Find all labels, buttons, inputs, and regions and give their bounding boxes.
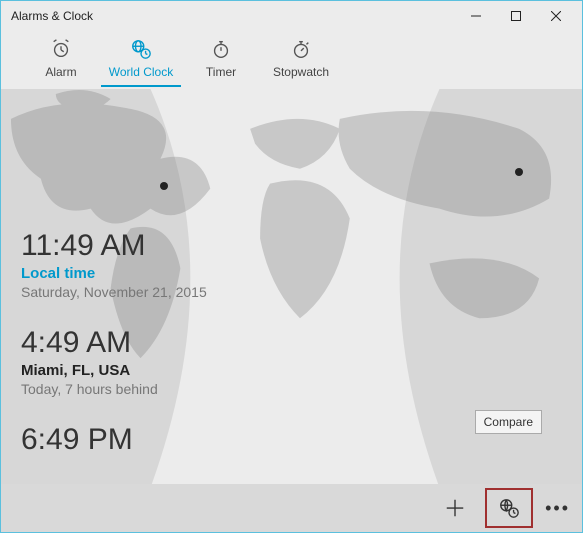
clock-subtext: Saturday, November 21, 2015 bbox=[21, 284, 562, 300]
maximize-icon bbox=[511, 11, 521, 21]
tab-timer[interactable]: Timer bbox=[181, 31, 261, 79]
window-title: Alarms & Clock bbox=[11, 9, 456, 23]
compare-button[interactable] bbox=[485, 488, 533, 528]
tab-alarm[interactable]: Alarm bbox=[21, 31, 101, 79]
tab-stopwatch[interactable]: Stopwatch bbox=[261, 31, 341, 79]
tab-world-clock-label: World Clock bbox=[101, 65, 181, 79]
clock-entry-city[interactable]: 4:49 AM Miami, FL, USA Today, 7 hours be… bbox=[21, 326, 562, 397]
add-clock-button[interactable] bbox=[431, 488, 479, 528]
ellipsis-icon: ••• bbox=[545, 498, 570, 518]
tab-bar: Alarm World Clock Timer Stopwatch bbox=[1, 31, 582, 89]
more-button[interactable]: ••• bbox=[539, 498, 576, 519]
clock-label: Miami, FL, USA bbox=[21, 362, 562, 379]
tab-stopwatch-label: Stopwatch bbox=[261, 65, 341, 79]
alarm-icon bbox=[21, 35, 101, 63]
window-controls bbox=[456, 1, 576, 31]
compare-icon bbox=[498, 497, 520, 519]
tab-timer-label: Timer bbox=[181, 65, 261, 79]
app-window: Alarms & Clock Alarm World Clock bbox=[0, 0, 583, 533]
close-icon bbox=[551, 11, 561, 21]
titlebar: Alarms & Clock bbox=[1, 1, 582, 31]
stopwatch-icon bbox=[261, 35, 341, 63]
plus-icon bbox=[444, 497, 466, 519]
timer-icon bbox=[181, 35, 261, 63]
clock-subtext: Today, 7 hours behind bbox=[21, 381, 562, 397]
map-pin-local[interactable] bbox=[160, 182, 168, 190]
world-map[interactable]: 11:49 AM Local time Saturday, November 2… bbox=[1, 89, 582, 484]
world-clock-icon bbox=[101, 35, 181, 63]
clock-time: 4:49 AM bbox=[21, 326, 562, 360]
tab-alarm-label: Alarm bbox=[21, 65, 101, 79]
command-bar: ••• bbox=[1, 484, 582, 532]
minimize-icon bbox=[471, 11, 481, 21]
clock-list: 11:49 AM Local time Saturday, November 2… bbox=[21, 229, 562, 483]
clock-label: Local time bbox=[21, 265, 562, 282]
clock-time: 11:49 AM bbox=[21, 229, 562, 263]
tab-world-clock[interactable]: World Clock bbox=[101, 31, 181, 87]
clock-entry-local[interactable]: 11:49 AM Local time Saturday, November 2… bbox=[21, 229, 562, 300]
maximize-button[interactable] bbox=[496, 1, 536, 31]
compare-tooltip: Compare bbox=[475, 410, 542, 434]
minimize-button[interactable] bbox=[456, 1, 496, 31]
map-pin-city[interactable] bbox=[515, 168, 523, 176]
close-button[interactable] bbox=[536, 1, 576, 31]
